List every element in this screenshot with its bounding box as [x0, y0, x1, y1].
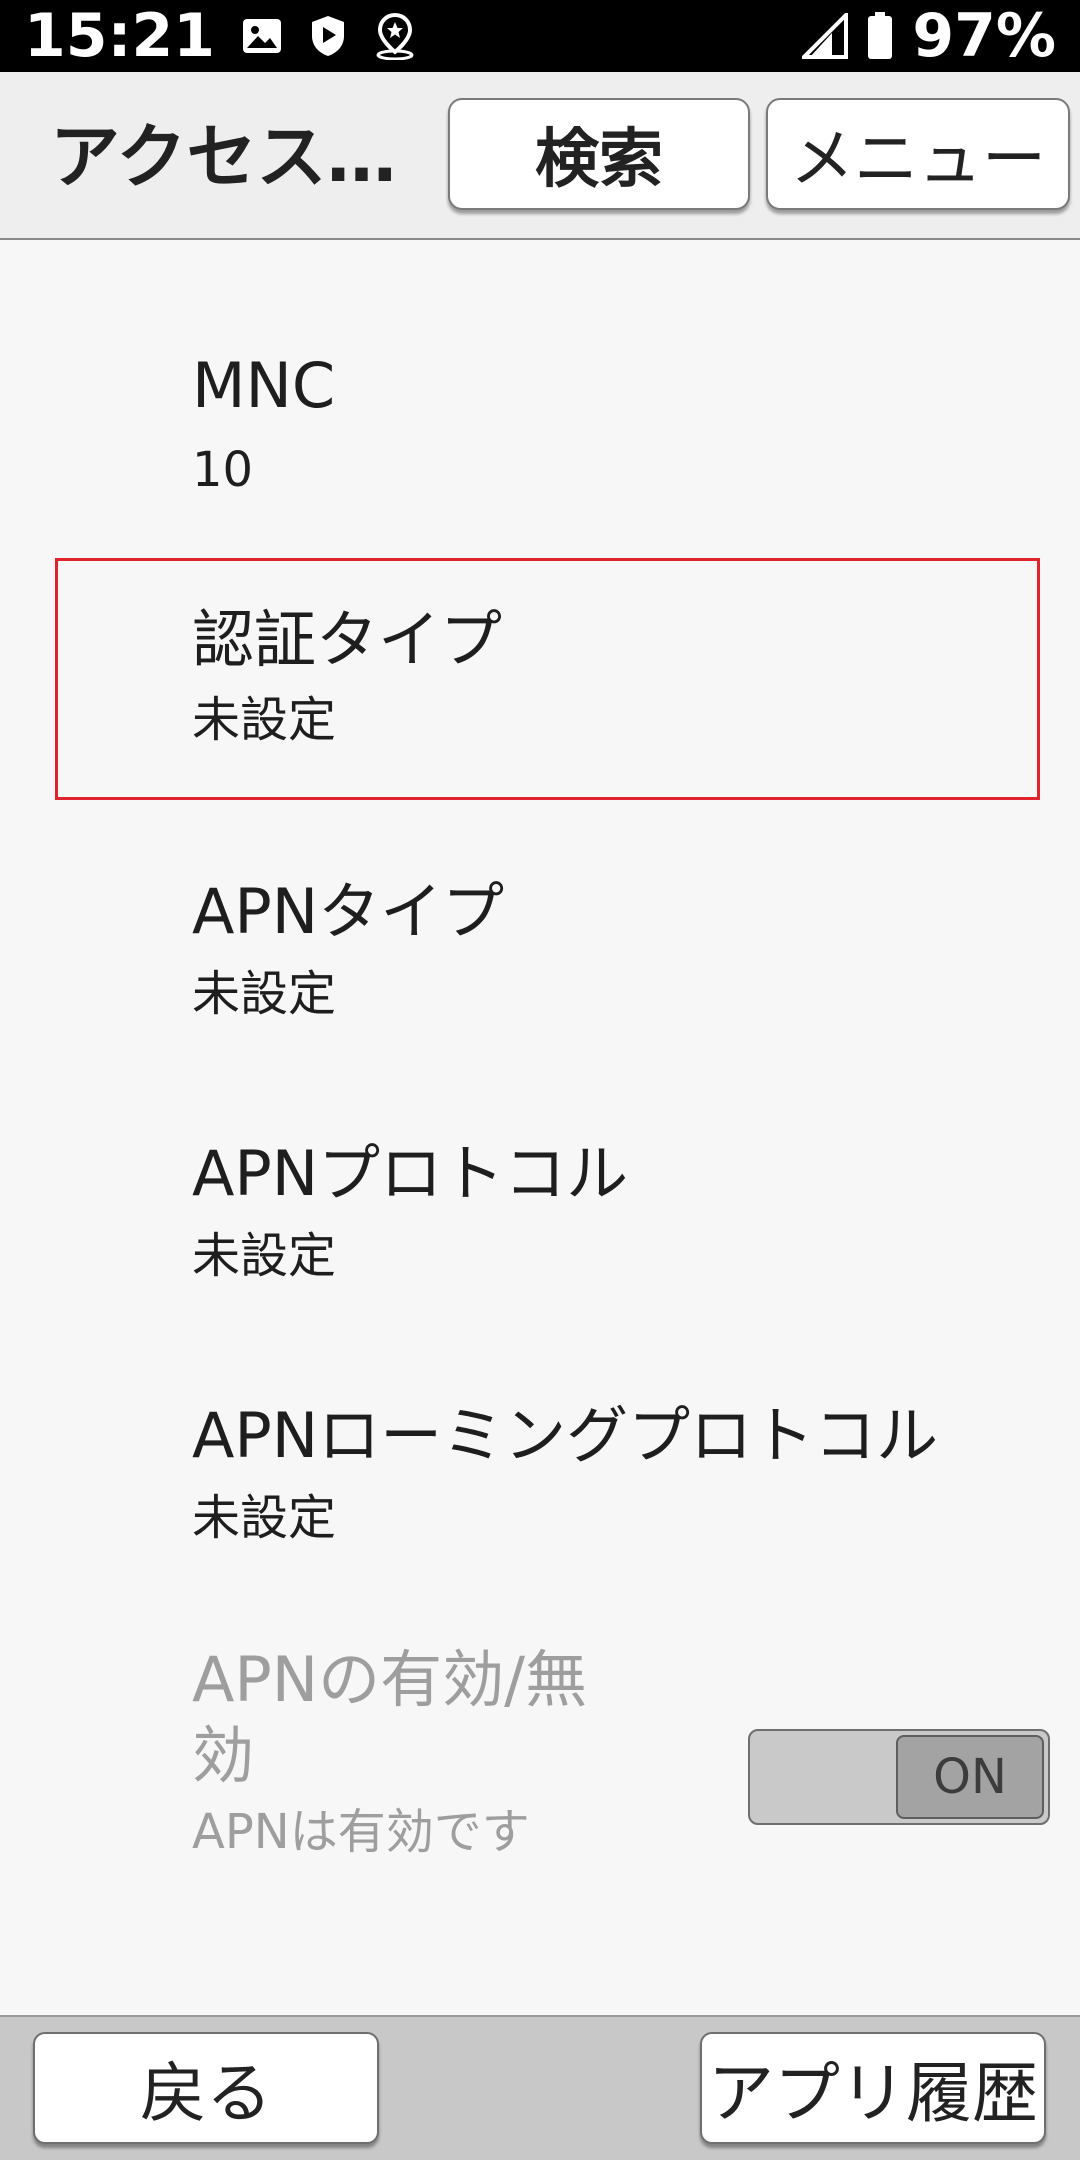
status-left: 15:21: [24, 0, 417, 72]
image-icon: [241, 16, 283, 56]
page-title: アクセス…: [50, 116, 397, 198]
pref-auth-type[interactable]: 認証タイプ 未設定: [0, 558, 1080, 800]
shield-play-icon: [309, 14, 347, 58]
status-time: 15:21: [24, 1, 215, 71]
pref-apn-protocol-summary: 未設定: [192, 1228, 337, 1284]
back-button[interactable]: 戻る: [33, 2032, 379, 2144]
status-right: 97%: [802, 0, 1056, 72]
pref-apn-enable-title-line1: APNの有効/無: [192, 1643, 588, 1716]
bottom-bar: 戻る アプリ履歴: [0, 2015, 1080, 2160]
pref-apn-roaming-protocol-title: APNローミングプロトコル: [192, 1399, 939, 1472]
apn-settings-list: MNC 10 認証タイプ 未設定 APNタイプ 未設定 APNプロトコル 未設定…: [0, 240, 1080, 2015]
menu-button[interactable]: メニュー: [766, 98, 1070, 210]
status-bar: 15:21 97%: [0, 0, 1080, 72]
battery-percent: 97%: [912, 1, 1056, 71]
pref-apn-type[interactable]: APNタイプ 未設定: [0, 820, 1080, 1082]
app-bar: アクセス… 検索 メニュー: [0, 72, 1080, 240]
pref-apn-type-summary: 未設定: [192, 966, 337, 1022]
toggle-knob: ON: [896, 1735, 1044, 1819]
pref-mnc[interactable]: MNC 10: [0, 240, 1080, 540]
pref-mnc-title: MNC: [192, 349, 336, 422]
pref-auth-type-summary: 未設定: [192, 692, 337, 748]
pref-auth-type-title: 認証タイプ: [192, 603, 503, 676]
signal-icon: [802, 13, 849, 59]
search-button[interactable]: 検索: [448, 98, 750, 210]
pref-mnc-summary: 10: [192, 442, 254, 498]
pref-apn-roaming-protocol-summary: 未設定: [192, 1490, 337, 1546]
apn-enable-toggle[interactable]: ON: [748, 1729, 1050, 1825]
pref-apn-enable-title-line2: 効: [192, 1719, 255, 1792]
app-history-button[interactable]: アプリ履歴: [700, 2032, 1046, 2144]
location-pin-icon: [373, 12, 417, 60]
pref-apn-protocol[interactable]: APNプロトコル 未設定: [0, 1082, 1080, 1344]
pref-apn-roaming-protocol[interactable]: APNローミングプロトコル 未設定: [0, 1344, 1080, 1606]
battery-icon: [866, 11, 894, 61]
pref-apn-protocol-title: APNプロトコル: [192, 1137, 629, 1210]
pref-apn-enable-summary: APNは有効です: [192, 1804, 530, 1860]
pref-apn-type-title: APNタイプ: [192, 875, 505, 948]
